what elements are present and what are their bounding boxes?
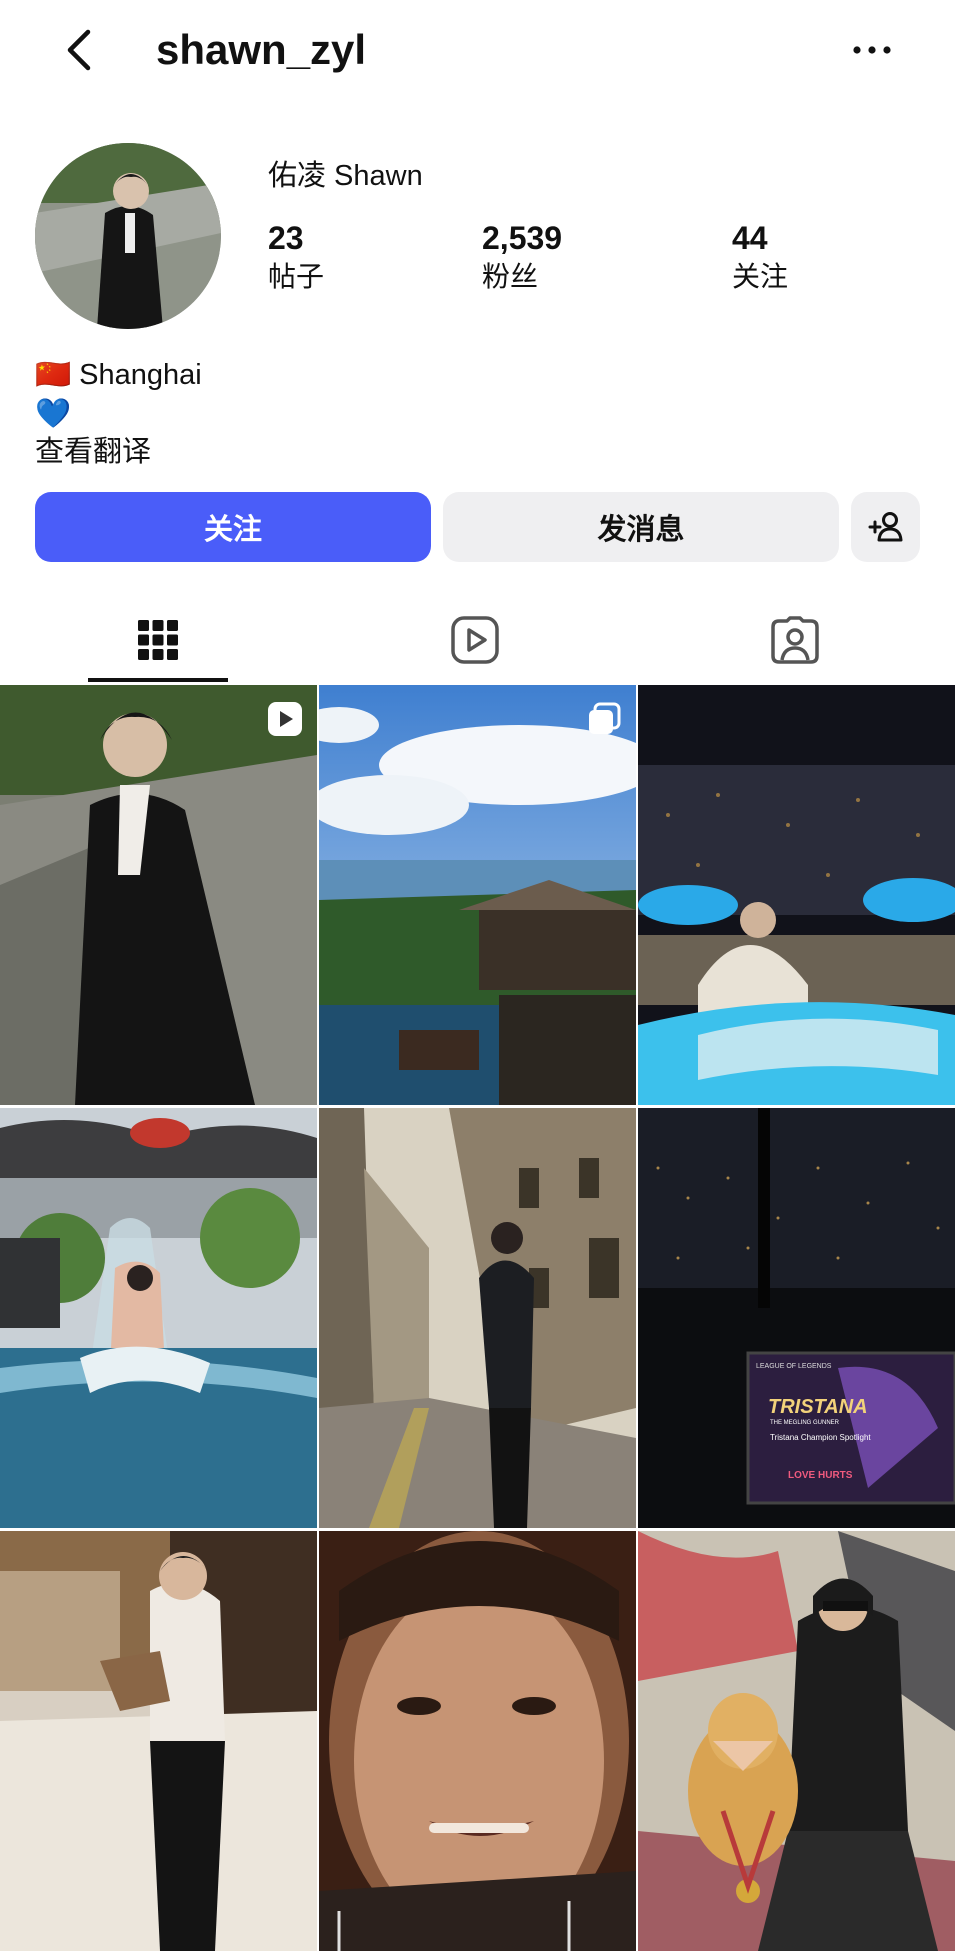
bio-location: 🇨🇳 Shanghai bbox=[35, 355, 202, 395]
back-button[interactable] bbox=[58, 22, 108, 78]
active-tab-indicator bbox=[88, 678, 228, 682]
add-person-icon bbox=[868, 512, 902, 542]
post-photo bbox=[638, 685, 955, 1105]
stat-label: 粉丝 bbox=[482, 261, 539, 292]
reels-icon bbox=[451, 616, 499, 664]
post-thumbnail-5[interactable] bbox=[319, 1108, 636, 1528]
post-photo bbox=[0, 1108, 317, 1528]
blue-heart-icon: 💙 bbox=[35, 398, 72, 430]
post-thumbnail-4[interactable] bbox=[0, 1108, 317, 1528]
chevron-left-icon bbox=[67, 29, 91, 71]
stat-value: 23 bbox=[268, 220, 304, 256]
more-options-button[interactable] bbox=[848, 22, 898, 78]
reel-badge-icon bbox=[268, 702, 302, 736]
post-photo bbox=[319, 685, 636, 1105]
carousel-badge-icon bbox=[589, 702, 621, 734]
post-thumbnail-1[interactable] bbox=[0, 685, 317, 1105]
bio-heart: 💙 bbox=[35, 394, 71, 434]
avatar[interactable] bbox=[35, 143, 221, 329]
post-photo bbox=[638, 1531, 955, 1951]
post-thumbnail-7[interactable] bbox=[0, 1531, 317, 1951]
post-thumbnail-2[interactable] bbox=[319, 685, 636, 1105]
message-button[interactable]: 发消息 bbox=[443, 492, 839, 562]
post-photo bbox=[0, 685, 317, 1105]
post-photo: LEAGUE OF LEGENDS TRISTANA THE MEGLING G… bbox=[638, 1108, 955, 1528]
post-thumbnail-8[interactable] bbox=[319, 1531, 636, 1951]
game-subtitle-text: THE MEGLING GUNNER bbox=[770, 1420, 840, 1426]
see-translation-link[interactable]: 查看翻译 bbox=[35, 432, 151, 472]
avatar-photo bbox=[35, 143, 221, 329]
suggested-people-button[interactable] bbox=[851, 492, 920, 562]
profile-username: shawn_zyl bbox=[156, 26, 367, 73]
stat-value: 44 bbox=[732, 220, 768, 256]
post-thumbnail-3[interactable] bbox=[638, 685, 955, 1105]
tab-posts-grid[interactable] bbox=[108, 600, 208, 680]
stat-following[interactable]: 44 关注 bbox=[732, 218, 788, 296]
tab-reels[interactable] bbox=[425, 600, 525, 680]
game-title-text: TRISTANA bbox=[768, 1396, 868, 1418]
posts-grid: LEAGUE OF LEGENDS TRISTANA THE MEGLING G… bbox=[0, 685, 955, 1951]
game-logo-text: LEAGUE OF LEGENDS bbox=[756, 1363, 832, 1370]
stat-value: 2,539 bbox=[482, 220, 563, 256]
post-photo bbox=[0, 1531, 317, 1951]
post-photo bbox=[319, 1531, 636, 1951]
promo-text: LOVE HURTS bbox=[788, 1470, 853, 1481]
stat-label: 关注 bbox=[732, 261, 789, 292]
more-horizontal-icon bbox=[853, 46, 891, 54]
post-photo bbox=[319, 1108, 636, 1528]
china-flag-icon: 🇨🇳 bbox=[35, 359, 72, 391]
tagged-icon bbox=[771, 616, 819, 664]
post-thumbnail-6[interactable]: LEAGUE OF LEGENDS TRISTANA THE MEGLING G… bbox=[638, 1108, 955, 1528]
stat-followers[interactable]: 2,539 粉丝 bbox=[482, 218, 562, 296]
follow-button[interactable]: 关注 bbox=[35, 492, 431, 562]
stat-label: 帖子 bbox=[268, 261, 325, 292]
post-thumbnail-9[interactable] bbox=[638, 1531, 955, 1951]
grid-icon bbox=[138, 620, 178, 660]
location-text: Shanghai bbox=[79, 359, 202, 391]
display-name: 佑凌 Shawn bbox=[268, 160, 423, 192]
stat-posts[interactable]: 23 帖子 bbox=[268, 218, 324, 296]
tab-tagged[interactable] bbox=[745, 600, 845, 680]
video-title-text: Tristana Champion Spotlight bbox=[770, 1433, 871, 1442]
